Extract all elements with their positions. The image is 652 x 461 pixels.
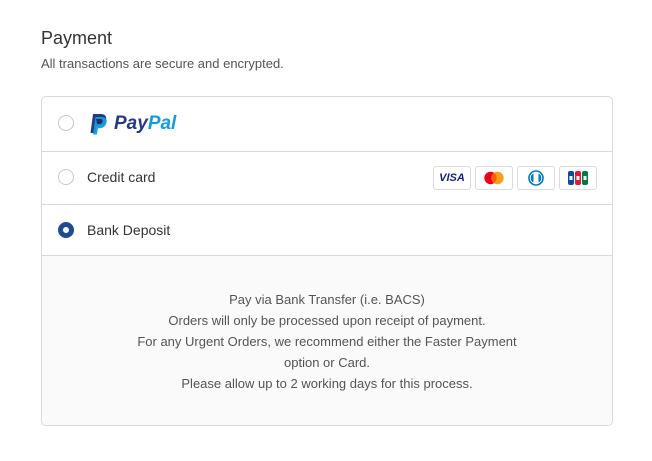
bank-deposit-info: Pay via Bank Transfer (i.e. BACS) Orders…: [42, 256, 612, 425]
payment-option-credit-card[interactable]: Credit card VISA: [42, 152, 612, 205]
info-line: Pay via Bank Transfer (i.e. BACS): [229, 292, 425, 307]
jcb-icon: [559, 166, 597, 190]
bank-deposit-instructions: Pay via Bank Transfer (i.e. BACS) Orders…: [42, 289, 612, 394]
visa-text: VISA: [439, 172, 465, 184]
info-line: For any Urgent Orders, we recommend eith…: [137, 334, 517, 349]
bank-deposit-label: Bank Deposit: [87, 222, 171, 238]
paypal-wordmark-pay: Pay: [114, 113, 148, 134]
credit-card-label: Credit card: [87, 169, 156, 185]
paypal-wordmark: PayPal: [114, 113, 176, 135]
payment-subtitle: All transactions are secure and encrypte…: [41, 56, 284, 71]
card-icons: VISA: [433, 166, 597, 190]
credit-card-radio[interactable]: [58, 169, 74, 185]
paypal-radio[interactable]: [58, 115, 74, 131]
info-line: option or Card.: [284, 355, 370, 370]
mastercard-icon: [475, 166, 513, 190]
paypal-wordmark-pal: Pal: [147, 113, 177, 134]
payment-methods-box: PayPal Credit card VISA Bank Deposit Pay…: [41, 96, 613, 426]
payment-option-paypal[interactable]: PayPal: [42, 97, 612, 152]
paypal-icon: [90, 114, 107, 135]
bank-deposit-radio[interactable]: [58, 222, 74, 238]
info-line: Please allow up to 2 working days for th…: [181, 376, 473, 391]
payment-option-bank-deposit[interactable]: Bank Deposit: [42, 205, 612, 256]
info-line: Orders will only be processed upon recei…: [168, 313, 486, 328]
visa-icon: VISA: [433, 166, 471, 190]
diners-club-icon: [517, 166, 555, 190]
payment-title: Payment: [41, 28, 113, 48]
payment-section: Payment All transactions are secure and …: [0, 0, 652, 461]
